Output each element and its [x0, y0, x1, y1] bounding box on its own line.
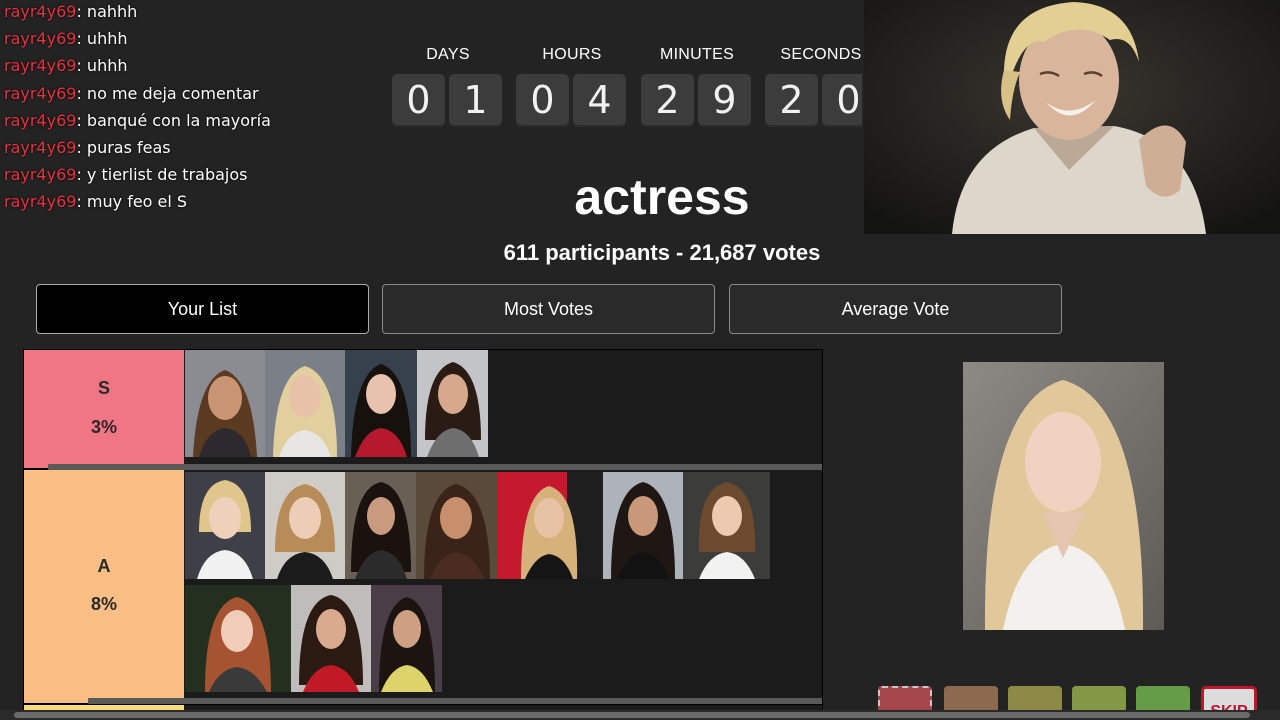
chat-separator: : [76, 56, 87, 76]
countdown-seconds: SECONDS 2 0 [765, 46, 862, 127]
chat-username[interactable]: rayr4y69 [4, 165, 76, 184]
chat-separator: : [76, 83, 87, 103]
actress-thumbnail[interactable] [603, 472, 683, 579]
tier-label[interactable]: S 3% [24, 350, 184, 468]
countdown-label: MINUTES [659, 46, 735, 63]
tier-letter: A [97, 556, 111, 576]
countdown-digit: 0 [392, 74, 445, 127]
chat-username[interactable]: rayr4y69 [4, 84, 76, 103]
actress-thumbnail[interactable] [265, 472, 345, 579]
tier-list: S 3% A 8% [23, 349, 823, 720]
countdown-minutes: MINUTES 2 9 [641, 46, 753, 127]
countdown-label: HOURS [542, 46, 602, 63]
chat-text: muy feo el S [86, 192, 188, 212]
chat-overlay: rayr4y69: nahhh rayr4y69: uhhh rayr4y69: u… [4, 0, 384, 218]
chat-message: rayr4y69: nahhh [4, 0, 384, 27]
chat-text: banqué con la mayoría [86, 110, 271, 130]
chat-text: nahhh [86, 2, 138, 21]
tier-items [185, 470, 822, 703]
countdown-digit: 2 [641, 74, 694, 127]
chat-separator: : [76, 2, 87, 21]
participation-stats: 611 participants - 21,687 votes [503, 240, 821, 265]
countdown-digit: 0 [822, 74, 862, 127]
tier-letter: S [97, 378, 110, 398]
actress-thumbnail[interactable] [265, 350, 345, 457]
countdown-digit: 2 [765, 74, 818, 127]
tier-items [185, 350, 822, 468]
chat-username[interactable]: rayr4y69 [4, 2, 76, 21]
actress-thumbnail[interactable] [185, 585, 291, 692]
chat-message: rayr4y69: muy feo el S [4, 190, 384, 217]
countdown-digit: 4 [573, 74, 626, 127]
chat-message: rayr4y69: no me deja comentar [4, 82, 384, 109]
chat-separator: : [76, 165, 87, 185]
chat-text: y tierlist de trabajos [86, 165, 248, 185]
actress-thumbnail[interactable] [345, 472, 416, 579]
countdown-label: DAYS [426, 46, 470, 63]
page-scrollbar-thumb[interactable] [14, 712, 1250, 718]
actress-thumbnail[interactable] [185, 350, 265, 457]
chat-message: rayr4y69: uhhh [4, 54, 384, 81]
actress-thumbnail[interactable] [371, 585, 442, 692]
tab-most-votes[interactable]: Most Votes [382, 284, 715, 334]
tier-label[interactable]: A 8% [24, 470, 184, 703]
actress-thumbnail[interactable] [291, 585, 371, 692]
countdown-timer: DAYS 0 1 HOURS 0 4 MINUTES 2 9 SECONDS 2… [392, 46, 862, 130]
countdown-digit: 1 [449, 74, 502, 127]
chat-separator: : [76, 192, 87, 212]
page-title: actress [574, 169, 750, 225]
chat-username[interactable]: rayr4y69 [4, 29, 76, 48]
chat-message: rayr4y69: y tierlist de trabajos [4, 163, 384, 190]
chat-username[interactable]: rayr4y69 [4, 138, 76, 157]
current-actress-preview[interactable] [963, 362, 1164, 630]
actress-thumbnail[interactable] [497, 472, 603, 579]
tab-your-list[interactable]: Your List [36, 284, 369, 334]
countdown-label: SECONDS [780, 46, 862, 63]
chat-message: rayr4y69: uhhh [4, 27, 384, 54]
chat-separator: : [76, 137, 87, 157]
actress-thumbnail[interactable] [185, 472, 265, 579]
countdown-hours: HOURS 0 4 [516, 46, 628, 127]
countdown-digit: 0 [516, 74, 569, 127]
chat-text: no me deja comentar [86, 83, 259, 103]
countdown-days: DAYS 0 1 [392, 46, 504, 127]
tier-scrollbar[interactable] [88, 698, 822, 704]
tab-average-vote[interactable]: Average Vote [729, 284, 1062, 334]
chat-separator: : [76, 29, 87, 49]
chat-text: uhhh [86, 29, 128, 49]
chat-username[interactable]: rayr4y69 [4, 56, 76, 75]
actress-thumbnail[interactable] [345, 350, 417, 457]
tier-percent: 8% [90, 594, 117, 614]
chat-separator: : [76, 110, 87, 130]
countdown-digit: 9 [698, 74, 751, 127]
chat-text: puras feas [86, 137, 171, 157]
actress-thumbnail[interactable] [417, 350, 488, 457]
tier-row-a: A 8% [24, 470, 822, 705]
chat-username[interactable]: rayr4y69 [4, 111, 76, 130]
tier-percent: 3% [90, 417, 117, 437]
actress-thumbnail[interactable] [416, 472, 497, 579]
chat-username[interactable]: rayr4y69 [4, 192, 76, 211]
webcam-feed [864, 0, 1280, 234]
chat-message: rayr4y69: banqué con la mayoría [4, 109, 384, 136]
chat-text: uhhh [86, 56, 128, 76]
tier-row-s: S 3% [24, 350, 822, 470]
actress-thumbnail[interactable] [683, 472, 770, 579]
chat-message: rayr4y69: puras feas [4, 136, 384, 163]
